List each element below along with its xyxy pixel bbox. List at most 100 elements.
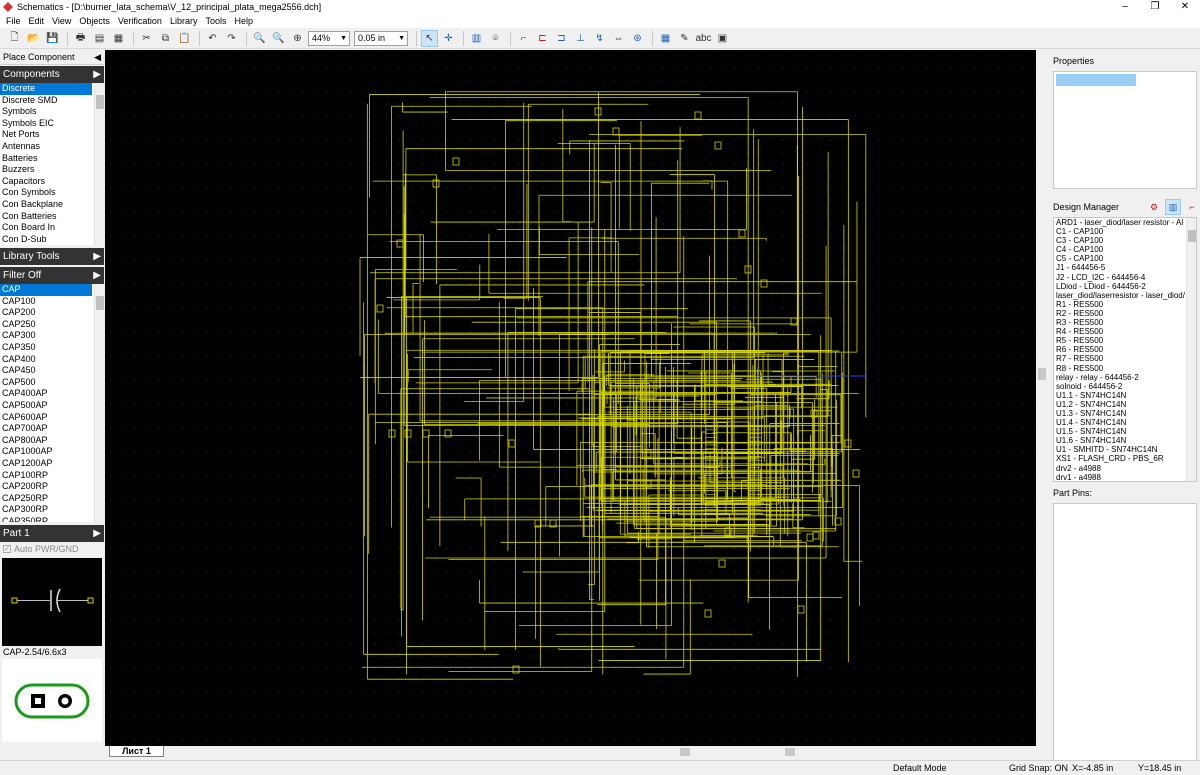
part-item[interactable]: CAP400AP [0,388,104,400]
image-icon[interactable]: ▣ [714,30,731,47]
part-item[interactable]: CAP450 [0,365,104,377]
properties-grid[interactable] [1053,71,1197,189]
design-manager-list[interactable]: ARD1 - laser_diod/laser resistor - Al C1 … [1053,217,1197,482]
menu-edit[interactable]: Edit [25,16,49,26]
junction-icon[interactable]: ↯ [591,30,608,47]
design-manager-item[interactable]: U1.3 - SN74HC14N [1054,409,1186,418]
part-pins-list[interactable] [1053,503,1197,766]
new-icon[interactable]: 🗋 [6,30,23,47]
part-item[interactable]: CAP500AP [0,400,104,412]
text-icon[interactable]: abc [695,30,712,47]
hscroll-thumb[interactable] [680,748,690,756]
part-item[interactable]: CAP100 [0,296,104,308]
part-item[interactable]: CAP100RP [0,470,104,482]
copy-icon[interactable]: ⧉ [157,30,174,47]
category-item[interactable]: Con Board In [0,222,104,234]
part-item[interactable]: CAP400 [0,354,104,366]
category-scrollbar[interactable] [94,83,104,245]
redo-icon[interactable]: ↷ [223,30,240,47]
select-arrow-icon[interactable]: ↖ [421,29,438,47]
design-manager-item[interactable]: U1 - SMHITD - SN74HC14N [1054,445,1186,454]
category-item[interactable]: Con Backplane [0,199,104,211]
menu-objects[interactable]: Objects [75,16,114,26]
category-item[interactable]: Buzzers [0,164,104,176]
design-manager-item[interactable]: R7 - RES500 [1054,354,1186,363]
hierarchy-icon[interactable]: ⊛ [629,30,646,47]
design-manager-item[interactable]: XS1 - FLASH_CRD - PBS_6R [1054,454,1186,463]
save-icon[interactable]: 💾 [44,30,61,47]
menu-library[interactable]: Library [166,16,202,26]
design-manager-item[interactable]: U1.5 - SN74HC14N [1054,427,1186,436]
design-manager-item[interactable]: J2 - LCD_I2C - 644456-4 [1054,273,1186,282]
part-item[interactable]: CAP350 [0,342,104,354]
part-item[interactable]: CAP1200AP [0,458,104,470]
design-manager-item[interactable]: solnoid - 644456-2 [1054,382,1186,391]
sheet-tab[interactable]: Лист 1 [109,746,164,757]
category-item[interactable]: Con D-Sub [0,234,104,245]
category-item[interactable]: Discrete SMD [0,95,104,107]
bus-entry-icon[interactable]: ⇔ [610,30,627,47]
binoculars-icon[interactable]: ⌾ [487,30,504,47]
category-item[interactable]: Symbols EIC [0,118,104,130]
export-icon[interactable]: ▦ [110,30,127,47]
category-item[interactable]: Symbols [0,106,104,118]
dm-nets-icon[interactable]: ⌐ [1184,199,1200,215]
menu-verification[interactable]: Verification [114,16,166,26]
maximize-button[interactable]: ❐ [1140,0,1170,14]
dm-components-icon[interactable]: ⚙ [1146,199,1162,215]
menu-help[interactable]: Help [230,16,257,26]
category-item[interactable]: Antennas [0,141,104,153]
part-scrollbar[interactable] [94,284,104,522]
schematic-canvas[interactable] [105,50,1036,746]
category-item[interactable]: Batteries [0,153,104,165]
design-manager-item[interactable]: U1.6 - SN74HC14N [1054,436,1186,445]
close-button[interactable]: ✕ [1170,0,1200,14]
category-item[interactable]: Net Ports [0,129,104,141]
part-item[interactable]: CAP250RP [0,493,104,505]
category-item[interactable]: Con Symbols [0,187,104,199]
design-manager-item[interactable]: U1.4 - SN74HC14N [1054,418,1186,427]
power-icon[interactable]: ⊥ [572,30,589,47]
rename-icon[interactable]: ✎ [676,30,693,47]
dm-parts-icon[interactable]: ▥ [1165,199,1181,215]
category-item[interactable]: Capacitors [0,176,104,188]
minimize-button[interactable]: – [1110,0,1140,14]
zoom-combo[interactable]: 44% ▼ [308,30,350,46]
design-manager-item[interactable]: drv2 - a4988 [1054,464,1186,473]
part-item[interactable]: CAP200 [0,307,104,319]
part-item[interactable]: CAP700AP [0,423,104,435]
design-manager-item[interactable]: J1 - 644456-5 [1054,263,1186,272]
design-manager-item[interactable]: C1 - CAP100 [1054,227,1186,236]
dm-scrollbar[interactable] [1186,218,1196,481]
category-item[interactable]: Con Batteries [0,211,104,223]
menu-tools[interactable]: Tools [201,16,230,26]
design-manager-item[interactable]: R5 - RES500 [1054,336,1186,345]
design-manager-item[interactable]: R3 - RES500 [1054,318,1186,327]
library-tools-dropdown[interactable]: Library Tools ▶ [0,248,104,265]
table-icon[interactable]: ▦ [657,30,674,47]
net-port-icon[interactable]: ⊐ [553,30,570,47]
part-item[interactable]: CAP200RP [0,481,104,493]
design-manager-item[interactable]: relay - relay - 644456-2 [1054,373,1186,382]
part-item[interactable]: CAP300RP [0,504,104,516]
category-list[interactable]: Discrete Discrete SMD Symbols Symbols EIC Ne… [0,83,104,245]
category-item[interactable]: Discrete [0,83,92,95]
components-dropdown[interactable]: Components ▶ [0,66,104,83]
design-manager-item[interactable]: ARD1 - laser_diod/laser resistor - Al [1054,218,1186,227]
design-manager-item[interactable]: LDiod - LDiod - 644456-2 [1054,282,1186,291]
design-manager-item[interactable]: R4 - RES500 [1054,327,1186,336]
part-list[interactable]: CAP CAP100 CAP200 CAP250 CAP300 CAP350 CAP400 C… [0,284,104,522]
design-manager-item[interactable]: U1.1 - SN74HC14N [1054,391,1186,400]
design-manager-item[interactable]: R2 - RES500 [1054,309,1186,318]
zoom-out-icon[interactable]: 🔍 [270,30,287,47]
part-item[interactable]: CAP350RP [0,516,104,522]
zoom-in-icon[interactable]: 🔍 [251,30,268,47]
auto-pwr-checkbox[interactable]: ✓ Auto PWR/GND [0,542,104,555]
bus-icon[interactable]: ⊏ [534,30,551,47]
grid-combo[interactable]: 0.05 in ▼ [354,30,408,46]
wire-icon[interactable]: ⌐ [515,30,532,47]
design-manager-item[interactable]: drv1 - a4988 [1054,473,1186,481]
menu-file[interactable]: File [2,16,25,26]
design-manager-item[interactable]: U1.2 - SN74HC14N [1054,400,1186,409]
menu-view[interactable]: View [48,16,75,26]
